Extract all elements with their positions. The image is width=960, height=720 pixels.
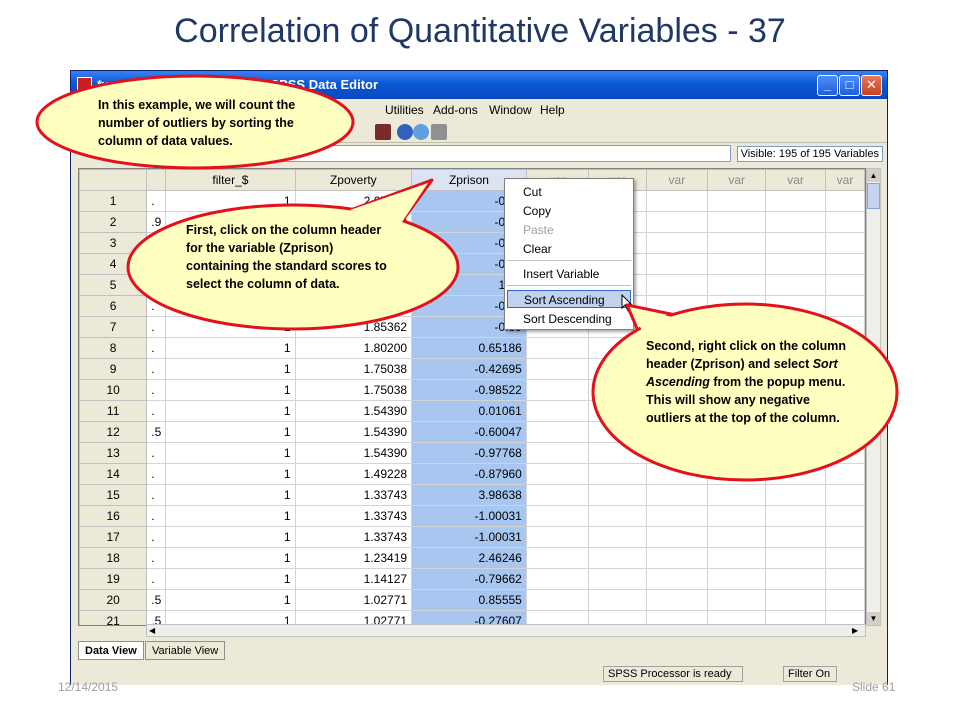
- callout-3-text: Second, right click on the column header…: [646, 337, 848, 427]
- slide-date: 12/14/2015: [58, 680, 119, 694]
- slide-number: Slide 61: [852, 680, 896, 694]
